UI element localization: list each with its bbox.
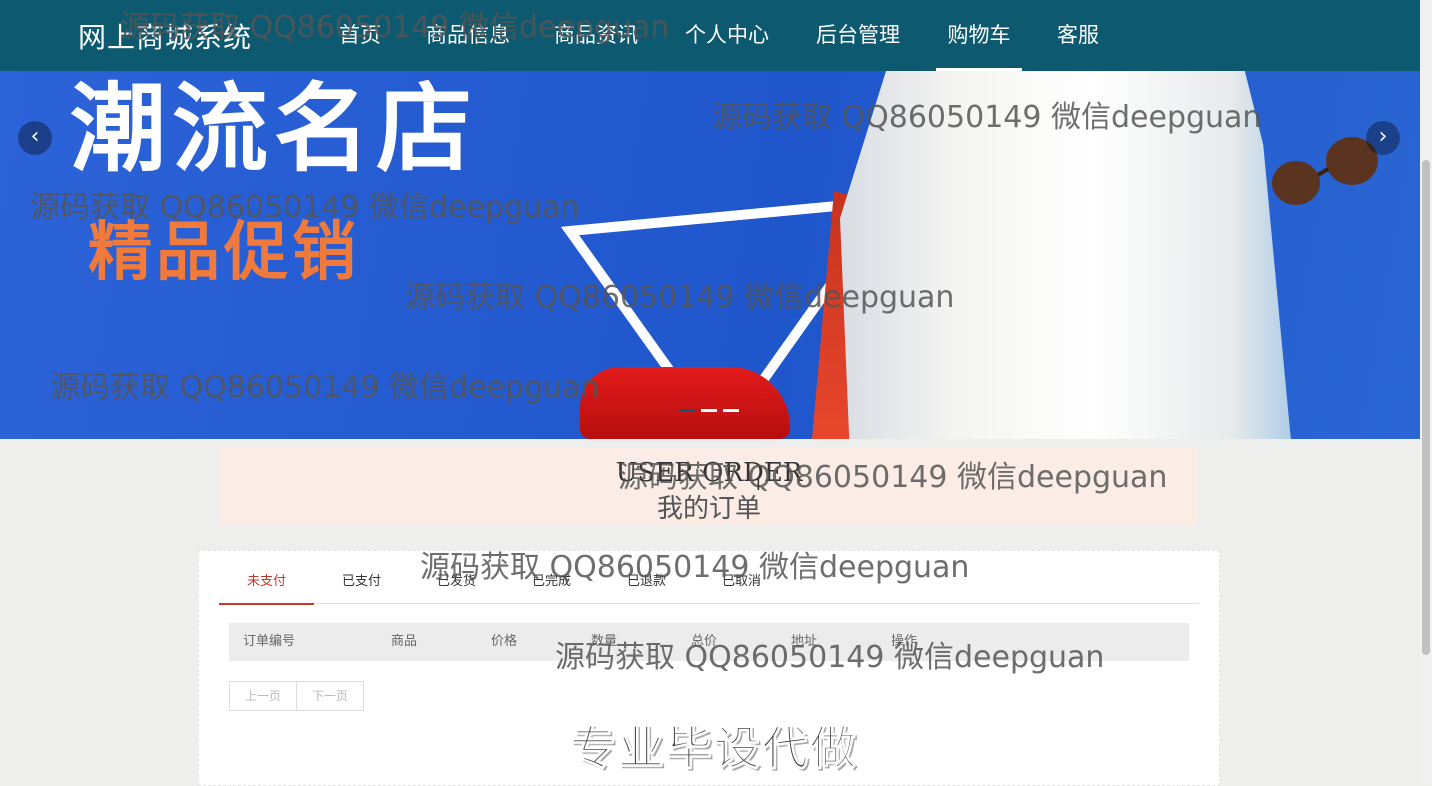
tab-cancelled[interactable]: 已取消 <box>694 563 789 603</box>
nav-item-admin[interactable]: 后台管理 <box>814 0 902 71</box>
column-order-number: 订单编号 <box>243 634 296 649</box>
nav-item-news[interactable]: 商品资讯 <box>552 0 640 71</box>
order-table-header: 订单编号 商品 价格 数量 总价 地址 操作 <box>229 623 1189 661</box>
nav-item-profile[interactable]: 个人中心 <box>683 0 771 71</box>
chevron-left-icon[interactable]: ‹ <box>18 121 52 155</box>
banner-carousel[interactable]: 潮流名店 精品促销 ‹ › <box>0 71 1420 439</box>
nav-item-cart[interactable]: 购物车 <box>936 0 1022 71</box>
column-actions: 操作 <box>891 634 918 649</box>
text-cursor-icon: I <box>756 475 761 494</box>
carousel-dot[interactable] <box>679 409 695 412</box>
nav-item-service[interactable]: 客服 <box>1056 0 1100 71</box>
nav-item-products[interactable]: 商品信息 <box>424 0 512 71</box>
order-section-header: USER ORDER 我的订单 <box>220 448 1198 526</box>
site-brand[interactable]: 网上商城系统 <box>78 16 252 56</box>
carousel-indicators <box>679 409 739 412</box>
banner-model-image <box>840 71 1291 439</box>
order-title-cn: 我的订单 <box>656 494 761 524</box>
column-total: 总价 <box>691 634 718 649</box>
column-price: 价格 <box>491 634 518 649</box>
carousel-dot[interactable] <box>723 409 739 412</box>
banner-headline: 潮流名店 <box>70 73 478 185</box>
nav-item-home[interactable]: 首页 <box>338 0 382 71</box>
page-scrollbar[interactable] <box>1420 0 1432 784</box>
prev-page-button[interactable]: 上一页 <box>229 681 297 711</box>
carousel-dot[interactable] <box>701 409 717 412</box>
pagination: 上一页 下一页 <box>229 681 364 711</box>
tab-refunded[interactable]: 已退款 <box>599 563 694 603</box>
tab-shipped[interactable]: 已发货 <box>409 563 504 603</box>
banner-subline: 精品促销 <box>88 216 360 290</box>
column-product: 商品 <box>391 634 418 649</box>
tab-paid[interactable]: 已支付 <box>314 563 409 603</box>
order-title-en: USER ORDER <box>615 458 803 488</box>
tab-completed[interactable]: 已完成 <box>504 563 599 603</box>
tab-unpaid[interactable]: 未支付 <box>219 563 314 605</box>
top-nav: 网上商城系统 首页 商品信息 商品资讯 个人中心 后台管理 购物车 客服 <box>0 0 1420 71</box>
order-status-tabs: 未支付 已支付 已发货 已完成 已退款 已取消 <box>219 563 1199 605</box>
promo-stamp: 专业毕设代做 <box>570 721 858 776</box>
banner-shoe-image <box>580 367 790 439</box>
scrollbar-thumb[interactable] <box>1422 160 1430 655</box>
column-address: 地址 <box>791 634 818 649</box>
chevron-right-icon[interactable]: › <box>1366 121 1400 155</box>
column-quantity: 数量 <box>591 634 618 649</box>
next-page-button[interactable]: 下一页 <box>297 681 364 711</box>
